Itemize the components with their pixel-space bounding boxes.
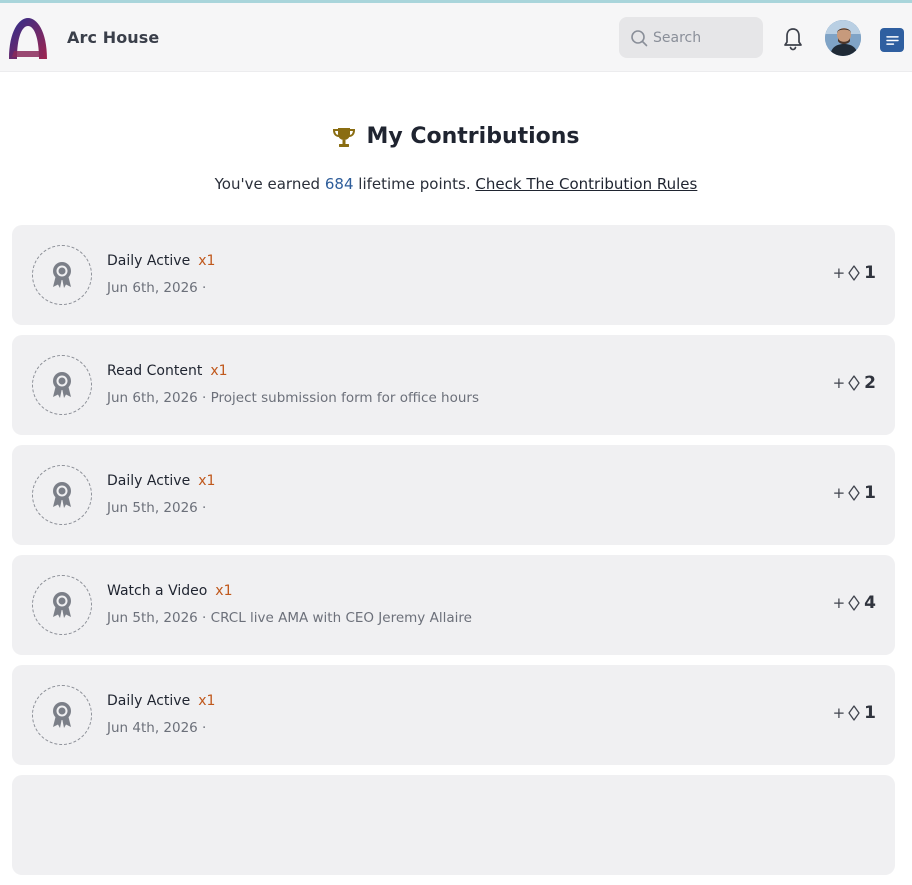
- contribution-list: Daily Active x1 Jun 6th, 2026 · + 1 Read …: [12, 225, 895, 885]
- plus-sign: +: [832, 374, 846, 392]
- award-badge: [32, 575, 92, 635]
- points-summary: You've earned 684 lifetime points. Check…: [0, 175, 912, 193]
- contribution-title: Daily Active x1: [107, 253, 215, 269]
- page-title: My Contributions: [332, 124, 580, 149]
- contribution-multiplier: x1: [198, 693, 216, 709]
- contribution-card[interactable]: Read Content x1 Jun 6th, 2026 · Project s…: [12, 335, 895, 435]
- plus-sign: +: [832, 594, 846, 612]
- points-value: 1: [864, 483, 876, 503]
- points-value: 1: [864, 263, 876, 283]
- contribution-title: Daily Active x1: [107, 693, 215, 709]
- award-ribbon-icon: [53, 262, 71, 288]
- contribution-points: + 1: [833, 483, 876, 503]
- menu-icon: [885, 35, 899, 45]
- contribution-title: Read Content x1: [107, 363, 228, 379]
- contribution-type: Daily Active: [107, 253, 191, 269]
- contribution-title: Watch a Video x1: [107, 583, 233, 599]
- award-badge: [32, 685, 92, 745]
- contribution-points: + 1: [833, 263, 876, 283]
- contribution-points: + 2: [833, 373, 876, 393]
- earned-suffix: lifetime points.: [358, 175, 471, 193]
- contribution-meta: Jun 5th, 2026 ·: [107, 500, 207, 516]
- contribution-card[interactable]: Watch a Video x1 Jun 5th, 2026 · CRCL liv…: [12, 555, 895, 655]
- award-badge: [32, 355, 92, 415]
- contribution-type: Daily Active: [107, 693, 191, 709]
- diamond-point-icon: [848, 595, 860, 611]
- contribution-type: Daily Active: [107, 473, 191, 489]
- diamond-point-icon: [848, 485, 860, 501]
- search-icon: [631, 29, 648, 46]
- contribution-rules-link[interactable]: Check The Contribution Rules: [475, 175, 697, 193]
- trophy-icon: [333, 127, 356, 147]
- points-value: 1: [864, 703, 876, 723]
- points-value: 2: [864, 373, 876, 393]
- award-ribbon-icon: [53, 702, 71, 728]
- contribution-multiplier: x1: [198, 473, 216, 489]
- avatar[interactable]: [825, 20, 861, 56]
- diamond-point-icon: [848, 265, 860, 281]
- contribution-type: Watch a Video: [107, 583, 208, 599]
- award-ribbon-icon: [53, 372, 71, 398]
- contribution-points: + 1: [833, 703, 876, 723]
- bell-icon[interactable]: [782, 27, 804, 51]
- contribution-meta: Jun 6th, 2026 ·: [107, 280, 207, 296]
- page-header: My Contributions: [0, 124, 912, 153]
- page-title-text: My Contributions: [366, 124, 580, 149]
- plus-sign: +: [832, 484, 846, 502]
- contribution-multiplier: x1: [198, 253, 216, 269]
- contribution-card[interactable]: Daily Active x1 Jun 4th, 2026 · + 1: [12, 665, 895, 765]
- contribution-meta: Jun 4th, 2026 ·: [107, 720, 207, 736]
- search-input[interactable]: Search: [619, 17, 763, 58]
- points-value: 4: [864, 593, 876, 613]
- award-badge: [32, 245, 92, 305]
- contribution-multiplier: x1: [210, 363, 228, 379]
- lifetime-points: 684: [324, 175, 354, 193]
- top-header: Arc House Search: [0, 3, 912, 72]
- award-ribbon-icon: [53, 482, 71, 508]
- award-ribbon-icon: [53, 592, 71, 618]
- search-placeholder: Search: [653, 29, 702, 46]
- earned-prefix: You've earned: [214, 175, 321, 193]
- arc-logo-icon[interactable]: [6, 15, 50, 61]
- contribution-card[interactable]: [12, 775, 895, 875]
- contribution-points: + 4: [833, 593, 876, 613]
- plus-sign: +: [832, 704, 846, 722]
- diamond-point-icon: [848, 375, 860, 391]
- contribution-card[interactable]: Daily Active x1 Jun 6th, 2026 · + 1: [12, 225, 895, 325]
- contribution-title: Daily Active x1: [107, 473, 215, 489]
- brand-name[interactable]: Arc House: [67, 28, 159, 47]
- contribution-type: Read Content: [107, 363, 203, 379]
- contribution-multiplier: x1: [215, 583, 233, 599]
- diamond-point-icon: [848, 705, 860, 721]
- contribution-card[interactable]: Daily Active x1 Jun 5th, 2026 · + 1: [12, 445, 895, 545]
- contribution-meta: Jun 6th, 2026 · Project submission form …: [107, 390, 480, 406]
- menu-button[interactable]: [880, 28, 904, 52]
- plus-sign: +: [832, 264, 846, 282]
- award-badge: [32, 465, 92, 525]
- contribution-meta: Jun 5th, 2026 · CRCL live AMA with CEO J…: [107, 610, 472, 626]
